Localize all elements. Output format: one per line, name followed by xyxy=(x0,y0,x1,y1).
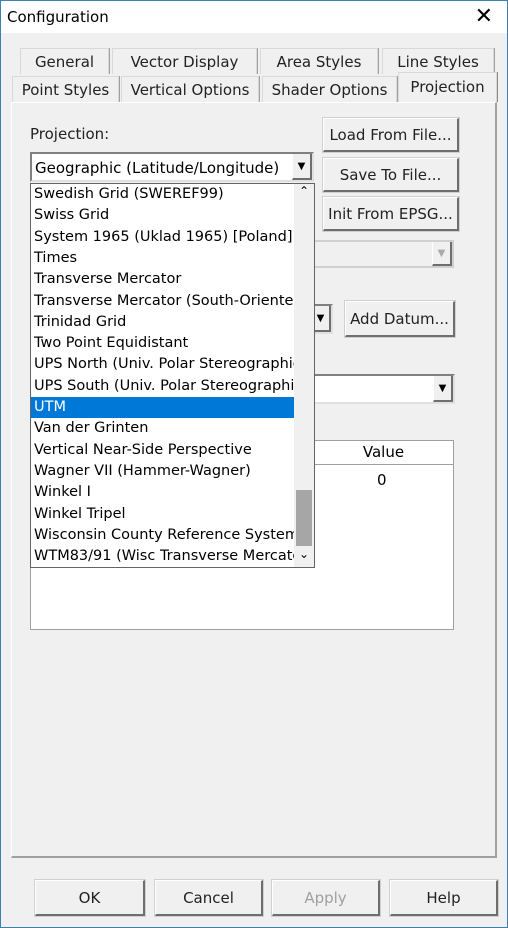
tab-shader-options[interactable]: Shader Options xyxy=(262,76,397,102)
dropdown-item[interactable]: UPS North (Univ. Polar Stereographic) xyxy=(31,354,294,375)
dropdown-item[interactable]: Times xyxy=(31,248,294,269)
chevron-down-icon[interactable]: ▼ xyxy=(433,376,453,402)
tab-label: Area Styles xyxy=(276,53,362,71)
window-title: Configuration xyxy=(7,8,109,26)
dropdown-item[interactable]: Trinidad Grid xyxy=(31,312,294,333)
tab-vertical-options[interactable]: Vertical Options xyxy=(121,76,259,102)
scrollbar[interactable]: ⌃ ⌄ xyxy=(294,184,314,567)
dropdown-item[interactable]: Vertical Near-Side Perspective xyxy=(31,440,294,461)
tab-label: Vertical Options xyxy=(130,81,250,99)
save-to-file-button[interactable]: Save To File... xyxy=(322,157,460,193)
dropdown-item[interactable]: Swiss Grid xyxy=(31,205,294,226)
add-datum-button[interactable]: Add Datum... xyxy=(344,300,456,338)
tab-general[interactable]: General xyxy=(20,48,109,74)
tab-label: Line Styles xyxy=(397,53,479,71)
chevron-down-icon: ▼ xyxy=(432,242,452,266)
tab-point-styles[interactable]: Point Styles xyxy=(12,76,119,102)
dropdown-item[interactable]: Swedish Grid (SWEREF99) xyxy=(31,184,294,205)
dropdown-item[interactable]: System 1965 (Uklad 1965) [Poland] xyxy=(31,227,294,248)
dropdown-item[interactable]: WTM83/91 (Wisc Transverse Mercator) xyxy=(31,546,294,567)
apply-button: Apply xyxy=(271,879,381,917)
dropdown-item[interactable]: Transverse Mercator xyxy=(31,269,294,290)
help-button[interactable]: Help xyxy=(389,879,499,917)
tab-label: Point Styles xyxy=(21,81,110,99)
dropdown-item[interactable]: UPS South (Univ. Polar Stereographic) xyxy=(31,376,294,397)
value-column-header[interactable]: Value xyxy=(313,441,454,465)
tab-label: General xyxy=(34,53,95,71)
projection-dropdown-list[interactable]: Swedish Grid (SWEREF99) Swiss Grid System … xyxy=(30,183,315,568)
dropdown-item[interactable]: Winkel I xyxy=(31,482,294,503)
ok-button[interactable]: OK xyxy=(34,879,146,917)
tab-label: Projection xyxy=(410,78,485,96)
dropdown-item[interactable]: UTM xyxy=(31,397,294,419)
dropdown-item[interactable]: Two Point Equidistant xyxy=(31,333,294,354)
dropdown-item[interactable]: Transverse Mercator (South-Oriented) xyxy=(31,291,294,312)
tab-projection[interactable]: Projection xyxy=(398,72,497,102)
projection-label: Projection: xyxy=(30,125,110,143)
tab-line-styles[interactable]: Line Styles xyxy=(382,48,494,74)
title-bar: Configuration ✕ xyxy=(0,0,508,33)
dropdown-item[interactable]: Winkel Tripel xyxy=(31,504,294,525)
table-cell-value: 0 xyxy=(377,471,387,489)
init-from-epsg-button[interactable]: Init From EPSG... xyxy=(322,196,460,232)
tab-area-styles[interactable]: Area Styles xyxy=(260,48,378,74)
dropdown-item[interactable]: Wisconsin County Reference System xyxy=(31,525,294,546)
tab-label: Vector Display xyxy=(130,53,239,71)
load-from-file-button[interactable]: Load From File... xyxy=(322,117,460,153)
tab-label: Shader Options xyxy=(271,81,388,99)
disabled-select: ▼ xyxy=(300,240,454,268)
tab-vector-display[interactable]: Vector Display xyxy=(112,48,257,74)
chevron-down-icon[interactable]: ⌄ xyxy=(299,547,309,561)
projection-select[interactable]: Geographic (Latitude/Longitude) ▼ xyxy=(30,152,314,182)
close-icon[interactable]: ✕ xyxy=(475,4,493,29)
chevron-up-icon[interactable]: ⌃ xyxy=(299,184,309,198)
dropdown-item[interactable]: Wagner VII (Hammer-Wagner) xyxy=(31,461,294,482)
dropdown-item[interactable]: Van der Grinten xyxy=(31,418,294,439)
projection-selected-value: Geographic (Latitude/Longitude) xyxy=(35,159,280,177)
scrollbar-thumb[interactable] xyxy=(296,490,312,546)
chevron-down-icon[interactable]: ▼ xyxy=(292,154,312,180)
units-select[interactable]: ▼ xyxy=(300,374,455,404)
cancel-button[interactable]: Cancel xyxy=(154,879,264,917)
